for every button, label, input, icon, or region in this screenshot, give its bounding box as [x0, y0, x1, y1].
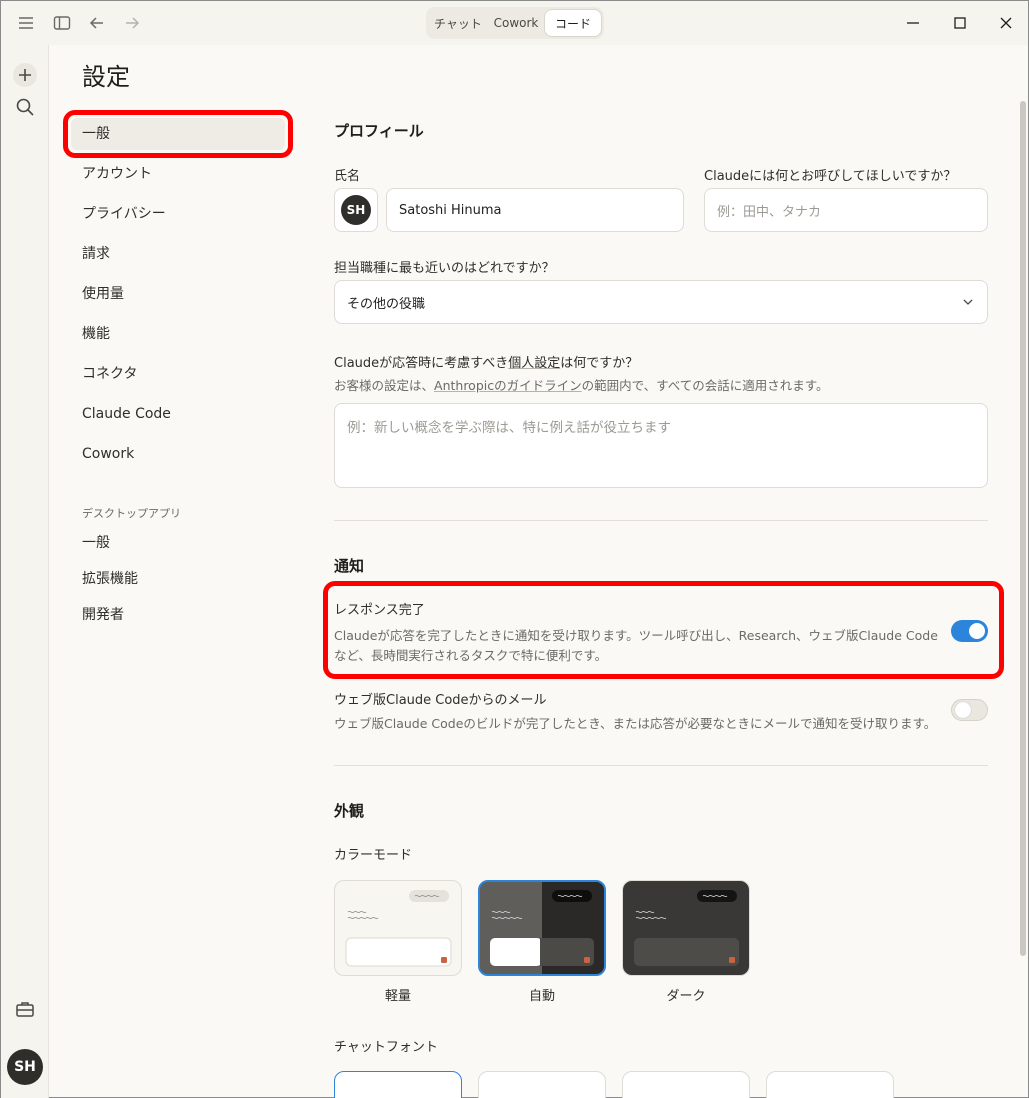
settings-nav-app-general[interactable]: 一般 [82, 533, 110, 553]
title-bar: チャット Cowork コード [1, 1, 1028, 45]
toolbox-icon[interactable] [13, 997, 37, 1021]
name-input[interactable]: Satoshi Hinuma [386, 188, 684, 232]
avatar[interactable]: SH [7, 1049, 43, 1085]
font-option-4[interactable] [766, 1071, 894, 1098]
guidelines-link[interactable]: Anthropicのガイドライン [434, 378, 582, 393]
theme-light-label: 軽量 [384, 989, 411, 1004]
font-option-2[interactable] [478, 1071, 606, 1098]
close-icon[interactable] [997, 14, 1015, 32]
mode-switcher: チャット Cowork コード [426, 7, 604, 39]
preferences-textarea[interactable]: 例：新しい概念を学ぶ際は、特に例え話が役立ちます [334, 403, 988, 488]
settings-nav-account[interactable]: アカウント [82, 164, 152, 184]
settings-nav-privacy[interactable]: プライバシー [82, 204, 166, 224]
app-rail: SH [1, 45, 49, 1098]
theme-auto-card[interactable] [478, 880, 606, 976]
tab-cowork[interactable]: Cowork [487, 10, 545, 36]
settings-nav-section-label: デスクトップアプリ [82, 507, 181, 520]
theme-light-card[interactable] [334, 880, 462, 976]
theme-auto-label: 自動 [528, 989, 555, 1004]
appearance-heading: 外観 [334, 802, 365, 820]
preferences-sub-tail: の範囲内で、すべての会話に適用されます。 [581, 378, 829, 393]
call-name-input[interactable]: 例：田中、タナカ [704, 188, 988, 232]
minimize-icon[interactable] [904, 14, 922, 32]
call-name-label: Claudeには何とお呼びしてほしいですか？ [704, 169, 957, 184]
settings-nav-developer[interactable]: 開発者 [82, 605, 124, 625]
divider [334, 765, 988, 766]
settings-nav-connectors[interactable]: コネクタ [82, 364, 137, 384]
settings-nav-claude-code[interactable]: Claude Code [82, 404, 171, 424]
tab-code[interactable]: コード [545, 10, 601, 36]
name-label: 氏名 [334, 169, 361, 184]
preferences-label-tail: は何ですか？ [560, 356, 639, 371]
email-notify-desc: ウェブ版Claude Codeのビルドが完了したとき、または応答が必要なときにメ… [334, 716, 937, 731]
email-notify-title: ウェブ版Claude Codeからのメール [334, 693, 547, 708]
profile-heading: プロフィール [334, 122, 424, 140]
chevron-down-icon [961, 295, 975, 309]
theme-dark-preview [634, 890, 739, 966]
back-arrow-icon[interactable] [87, 13, 107, 33]
preferences-sub: お客様の設定は、Anthropicのガイドラインの範囲内で、すべての会話に適用さ… [334, 375, 829, 394]
settings-nav-features[interactable]: 機能 [82, 324, 110, 344]
settings-nav-cowork[interactable]: Cowork [82, 444, 134, 464]
chat-font-label: チャットフォント [334, 1040, 438, 1055]
sidebar-toggle-icon[interactable] [52, 13, 72, 33]
theme-light-preview [345, 890, 452, 967]
avatar: SH [341, 195, 371, 225]
color-mode-label: カラーモード [334, 848, 413, 863]
preferences-label-text: Claudeが応答時に考慮すべき [334, 356, 509, 371]
role-select[interactable]: その他の役職 [334, 280, 988, 324]
settings-nav-extensions[interactable]: 拡張機能 [82, 569, 138, 589]
preferences-sub-text: お客様の設定は、 [334, 378, 435, 393]
maximize-icon[interactable] [951, 14, 969, 32]
font-option-3[interactable] [622, 1071, 750, 1098]
new-chat-plus-icon[interactable] [13, 63, 37, 87]
menu-icon[interactable] [16, 13, 36, 33]
role-label: 担当職種に最も近いのはどれですか？ [334, 261, 555, 276]
divider [334, 520, 988, 521]
page-title: 設定 [82, 63, 130, 91]
font-option-1[interactable] [334, 1071, 462, 1098]
theme-dark-label: ダーク [666, 989, 706, 1004]
settings-nav-usage[interactable]: 使用量 [82, 284, 124, 304]
profile-avatar-button[interactable]: SH [334, 188, 378, 232]
preferences-label: Claudeが応答時に考慮すべき個人設定は何ですか？ [334, 352, 638, 371]
highlight-box-response [323, 581, 1004, 679]
email-notify-toggle[interactable] [951, 699, 988, 721]
personal-settings-link[interactable]: 個人設定 [508, 356, 560, 371]
toggle-knob [955, 702, 971, 718]
theme-dark-card[interactable] [622, 880, 750, 976]
search-icon[interactable] [13, 95, 37, 119]
highlight-box-general [63, 110, 293, 158]
settings-nav-billing[interactable]: 請求 [82, 244, 110, 264]
notifications-heading: 通知 [334, 557, 365, 575]
scrollbar[interactable] [1020, 101, 1026, 956]
tab-chat[interactable]: チャット [429, 10, 487, 36]
theme-auto-preview [480, 882, 604, 974]
forward-arrow-icon[interactable] [122, 13, 142, 33]
